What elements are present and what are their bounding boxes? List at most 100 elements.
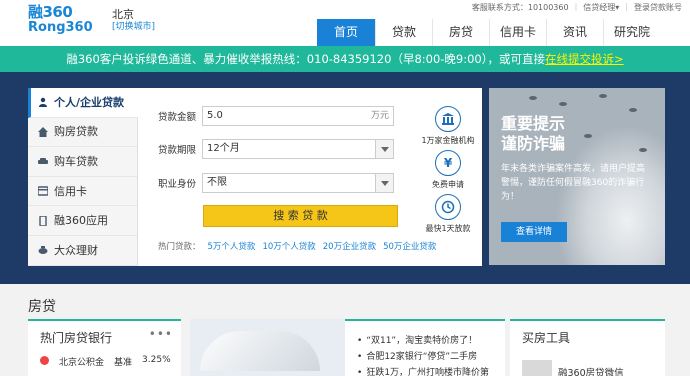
main-nav: 首页 贷款 房贷 信用卡 资讯 研究院 bbox=[317, 19, 660, 46]
yen-icon: ¥ bbox=[435, 150, 461, 176]
category-sidebar: 个人/企业贷款 购房贷款 购车贷款 信用卡 融360应用 大众理财 bbox=[28, 88, 138, 266]
complaint-banner: 融360客户投诉绿色通道、暴力催收举报热线：010-84359120（早8:00… bbox=[0, 46, 690, 72]
news-list: “双11”，淘宝卖特价房了！ 合肥12家银行“停贷”二手房 狂跌1万，广州打响楼… bbox=[345, 319, 505, 376]
amount-unit: 万元 bbox=[370, 111, 389, 121]
complaint-link[interactable]: 在线提交投诉> bbox=[545, 52, 624, 66]
hot-banks-card: 热门房贷银行 ••• 北京公积金 基准 3.25% bbox=[28, 319, 181, 376]
nav-news[interactable]: 资讯 bbox=[546, 19, 603, 46]
divider: | bbox=[625, 2, 628, 11]
sidebar-item-personal-loan[interactable]: 个人/企业贷款 bbox=[28, 88, 138, 118]
notice-title: 重要提示 谨防诈骗 bbox=[501, 114, 565, 154]
user-icon bbox=[38, 97, 48, 108]
chevron-down-icon[interactable] bbox=[375, 174, 393, 192]
sidebar-item-label: 购房贷款 bbox=[54, 125, 98, 139]
bank-row[interactable]: 北京公积金 基准 3.25% bbox=[40, 355, 175, 368]
nav-home[interactable]: 首页 bbox=[317, 19, 375, 46]
news-item[interactable]: 狂跌1万，广州打响楼市降价第 bbox=[357, 365, 489, 376]
logo-en: Rong360 bbox=[28, 20, 93, 35]
feature-institutions: 1万家金融机构 bbox=[418, 106, 478, 146]
logo-cn: 融360 bbox=[28, 3, 73, 21]
more-icon[interactable]: ••• bbox=[149, 327, 173, 341]
sidebar-item-label: 大众理财 bbox=[54, 243, 98, 257]
hot-loan-link[interactable]: 20万企业贷款 bbox=[323, 240, 376, 252]
nav-mortgage[interactable]: 房贷 bbox=[432, 19, 489, 46]
loan-manager-menu[interactable]: 信贷经理▾ bbox=[583, 2, 619, 13]
login-link[interactable]: 登录贷款账号 bbox=[634, 2, 682, 13]
term-row: 贷款期限 12个月 bbox=[158, 139, 428, 159]
nav-research[interactable]: 研究院 bbox=[603, 19, 660, 46]
hot-loan-link[interactable]: 5万个人贷款 bbox=[208, 240, 256, 252]
nav-loan[interactable]: 贷款 bbox=[375, 19, 432, 46]
sidebar-item-credit-card[interactable]: 信用卡 bbox=[28, 177, 137, 207]
coin-decoration bbox=[639, 148, 647, 152]
tools-card: 买房工具 融360房贷微信 bbox=[510, 319, 665, 376]
hot-loan-link[interactable]: 50万企业贷款 bbox=[383, 240, 436, 252]
card-title: 热门房贷银行 bbox=[40, 331, 113, 345]
term-label: 贷款期限 bbox=[158, 145, 197, 156]
sidebar-item-finance[interactable]: 大众理财 bbox=[28, 236, 137, 266]
sidebar-item-label: 融360应用 bbox=[54, 214, 108, 228]
coin-decoration bbox=[529, 96, 537, 100]
coin-decoration bbox=[629, 108, 637, 112]
sidebar-item-app[interactable]: 融360应用 bbox=[28, 206, 137, 236]
tool-item[interactable]: 融360房贷微信 bbox=[558, 365, 624, 376]
piggy-icon bbox=[38, 245, 48, 255]
term-value: 12个月 bbox=[207, 143, 240, 154]
switch-city-link[interactable]: [切换城市] bbox=[112, 19, 155, 32]
notice-desc: 年末各类诈骗案件高发，请用户提高警惕，谨防任何假冒融360的诈骗行为！ bbox=[501, 164, 646, 202]
notice-detail-button[interactable]: 查看详情 bbox=[501, 222, 567, 242]
hot-loans-label: 热门贷款： bbox=[158, 242, 201, 252]
hot-loans: 热门贷款： 5万个人贷款 10万个人贷款 20万企业贷款 50万企业贷款 bbox=[158, 240, 436, 252]
phone-icon bbox=[38, 214, 48, 227]
wechat-thumb bbox=[522, 360, 552, 376]
sidebar-item-label: 信用卡 bbox=[54, 184, 87, 198]
fraud-notice: 重要提示 谨防诈骗 年末各类诈骗案件高发，请用户提高警惕，谨防任何假冒融360的… bbox=[489, 88, 665, 265]
card-title: 买房工具 bbox=[522, 331, 571, 345]
job-row: 职业身份 不限 bbox=[158, 173, 428, 193]
nav-credit-card[interactable]: 信用卡 bbox=[489, 19, 546, 46]
feature-label: 1万家金融机构 bbox=[421, 136, 475, 145]
news-item[interactable]: “双11”，淘宝卖特价房了！ bbox=[357, 333, 477, 346]
bank-icon bbox=[435, 106, 461, 132]
notice-title-line: 重要提示 bbox=[501, 114, 566, 133]
coin-decoration bbox=[584, 134, 592, 138]
car-icon bbox=[38, 156, 48, 166]
sidebar-item-house-loan[interactable]: 购房贷款 bbox=[28, 118, 137, 148]
logo[interactable]: 融360 Rong360 bbox=[28, 3, 93, 40]
news-item[interactable]: 合肥12家银行“停贷”二手房 bbox=[357, 349, 477, 362]
promo-image[interactable] bbox=[190, 319, 345, 376]
chevron-down-icon[interactable] bbox=[375, 140, 393, 158]
hot-loan-link[interactable]: 10万个人贷款 bbox=[262, 240, 315, 252]
sidebar-item-label: 购车贷款 bbox=[54, 154, 98, 168]
feature-label: 最快1天放款 bbox=[425, 224, 471, 233]
feature-fast: 最快1天放款 bbox=[418, 194, 478, 234]
section-title: 房贷 bbox=[28, 299, 56, 315]
sidebar-item-label: 个人/企业贷款 bbox=[54, 95, 125, 109]
job-select[interactable]: 不限 bbox=[202, 173, 394, 193]
notice-title-line: 谨防诈骗 bbox=[501, 134, 566, 153]
rate-type: 基准 bbox=[114, 358, 133, 368]
bank-name: 北京公积金 bbox=[59, 358, 105, 368]
feature-free: ¥ 免费申请 bbox=[418, 150, 478, 190]
job-label: 职业身份 bbox=[158, 179, 197, 190]
feature-label: 免费申请 bbox=[432, 180, 464, 189]
site-header: 融360 Rong360 北京 [切换城市] 客服联系方式：10100360 |… bbox=[0, 0, 690, 46]
clock-icon bbox=[435, 194, 461, 220]
amount-value: 5.0 bbox=[207, 110, 223, 121]
coin-decoration bbox=[599, 94, 607, 98]
term-select[interactable]: 12个月 bbox=[202, 139, 394, 159]
sidebar-item-car-loan[interactable]: 购车贷款 bbox=[28, 147, 137, 177]
service-hotline: 客服联系方式：10100360 bbox=[471, 3, 569, 12]
coin-decoration bbox=[559, 102, 567, 106]
divider: | bbox=[574, 2, 578, 11]
bank-logo-icon bbox=[40, 356, 49, 365]
top-links: 客服联系方式：10100360 | 信贷经理▾ | 登录贷款账号 bbox=[472, 2, 682, 13]
amount-label: 贷款金额 bbox=[158, 112, 197, 123]
search-loan-button[interactable]: 搜 索 贷 款 bbox=[203, 205, 398, 227]
rate-value: 3.25% bbox=[142, 355, 171, 365]
amount-input[interactable]: 5.0 万元 bbox=[202, 106, 394, 126]
card-icon bbox=[37, 186, 49, 196]
amount-row: 贷款金额 5.0 万元 bbox=[158, 106, 428, 126]
house-icon bbox=[38, 126, 48, 137]
banner-text: 融360客户投诉绿色通道、暴力催收举报热线：010-84359120（早8:00… bbox=[66, 52, 545, 66]
